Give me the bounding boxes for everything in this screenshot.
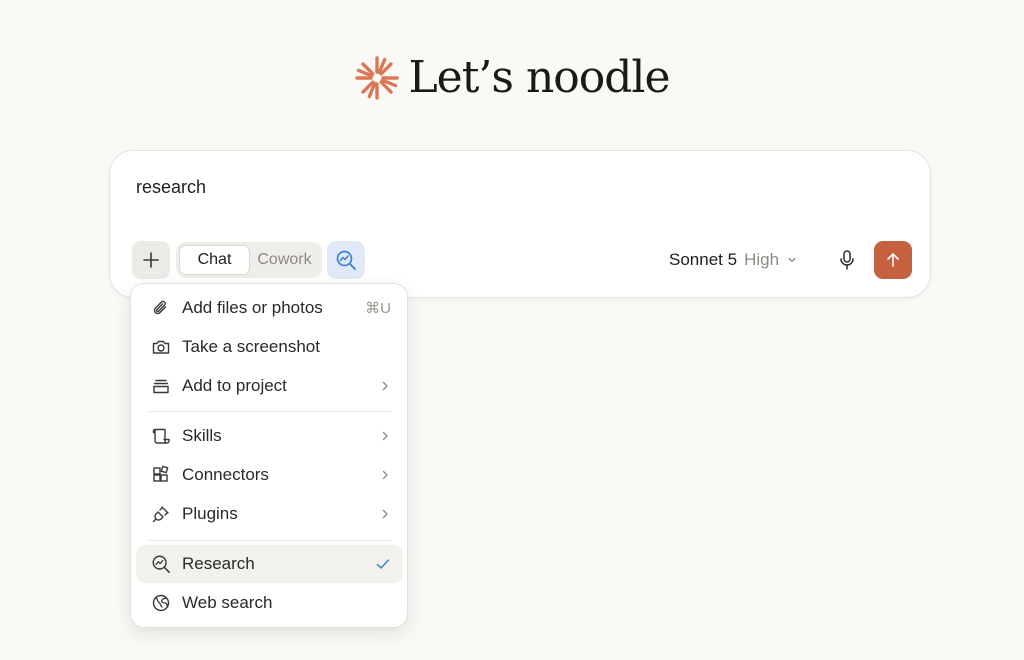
menu-item-plugins[interactable]: Plugins <box>136 495 403 533</box>
chevron-right-icon <box>382 470 388 480</box>
menu-item-skills[interactable]: Skills <box>136 417 403 455</box>
menu-item-label: Plugins <box>182 504 238 523</box>
send-button[interactable] <box>874 241 912 279</box>
add-content-button[interactable] <box>132 241 170 279</box>
menu-item-label: Web search <box>182 593 273 612</box>
voice-input-button[interactable] <box>830 243 864 277</box>
model-name: Sonnet 5 <box>669 250 738 269</box>
paperclip-icon <box>150 297 172 319</box>
connectors-icon <box>150 464 172 486</box>
menu-divider <box>149 411 391 412</box>
model-selector[interactable]: Sonnet 5 High <box>669 248 798 272</box>
menu-item-label: Connectors <box>182 465 269 484</box>
menu-item-web-search[interactable]: Web search <box>136 584 403 622</box>
menu-item-connectors[interactable]: Connectors <box>136 456 403 494</box>
tab-cowork[interactable]: Cowork <box>250 245 319 275</box>
menu-item-take-screenshot[interactable]: Take a screenshot <box>136 328 403 366</box>
spark-logo-icon <box>355 56 400 100</box>
menu-item-label: Take a screenshot <box>182 337 320 356</box>
camera-icon <box>150 336 172 358</box>
globe-icon <box>150 592 172 614</box>
model-effort: High <box>744 250 780 269</box>
checkmark-icon <box>376 559 390 569</box>
chevron-right-icon <box>382 431 388 441</box>
menu-item-research[interactable]: Research <box>136 545 403 583</box>
research-icon <box>336 250 356 270</box>
chevron-right-icon <box>382 509 388 519</box>
research-toggle-button[interactable] <box>327 241 365 279</box>
prompt-input[interactable]: research <box>136 177 206 198</box>
menu-item-label: Add to project <box>182 376 287 395</box>
mode-toggle: Chat Cowork <box>176 242 322 278</box>
menu-item-label: Skills <box>182 426 222 445</box>
keyboard-shortcut: ⌘U <box>365 300 391 317</box>
research-icon <box>150 553 172 575</box>
menu-item-label: Add files or photos <box>182 298 323 317</box>
arrow-up-icon <box>887 253 899 267</box>
project-icon <box>150 375 172 397</box>
chevron-right-icon <box>382 381 388 391</box>
menu-divider <box>149 540 391 541</box>
page-title: Let’s noodle <box>408 52 670 103</box>
plus-icon <box>143 252 159 268</box>
hero-heading: Let’s noodle <box>0 52 1024 104</box>
chevron-down-icon <box>788 257 796 263</box>
tab-chat[interactable]: Chat <box>179 245 250 275</box>
message-composer[interactable]: research Chat Cowork Sonnet 5 High <box>109 150 931 298</box>
plug-icon <box>150 503 172 525</box>
scroll-icon <box>150 425 172 447</box>
menu-item-add-files[interactable]: Add files or photos ⌘U <box>136 289 403 327</box>
menu-item-label: Research <box>182 554 255 573</box>
add-content-menu: Add files or photos ⌘U Take a screenshot… <box>130 283 408 628</box>
menu-item-add-to-project[interactable]: Add to project <box>136 367 403 405</box>
microphone-icon <box>840 250 854 270</box>
